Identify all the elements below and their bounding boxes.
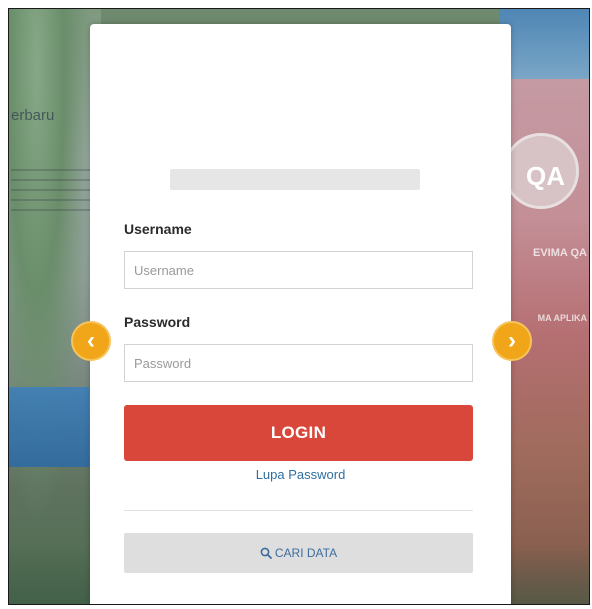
search-data-label: CARI DATA [274, 546, 338, 560]
qa-badge-text: QA [526, 161, 565, 191]
username-input[interactable] [124, 251, 473, 289]
background-image-left [9, 9, 101, 604]
carousel-prev-button[interactable]: ‹ [71, 321, 111, 361]
background-caption-left: erbaru [11, 107, 55, 124]
carousel-next-button[interactable]: › [492, 321, 532, 361]
password-label: Password [124, 314, 191, 330]
screenshot-frame: erbaru QA EVIMA QA MA APLIKA Username Pa… [8, 8, 590, 605]
forgot-password-link[interactable]: Lupa Password [90, 467, 511, 482]
divider [124, 510, 473, 511]
search-data-button[interactable]: CARI DATA [124, 533, 473, 573]
login-card: Username Password LOGIN Lupa Password CA… [90, 24, 511, 604]
login-button[interactable]: LOGIN [124, 405, 473, 461]
search-icon [260, 547, 272, 559]
logo-placeholder [170, 169, 420, 190]
background-text-lines [11, 169, 91, 215]
password-input[interactable] [124, 344, 473, 382]
background-sign [9, 387, 89, 467]
chevron-left-icon: ‹ [87, 327, 95, 354]
background-image-right [499, 9, 589, 604]
background-caption-right-2: MA APLIKA [537, 313, 587, 323]
username-label: Username [124, 221, 192, 237]
background-caption-right: EVIMA QA [533, 247, 587, 259]
background-sky [499, 9, 589, 79]
chevron-right-icon: › [508, 327, 516, 354]
